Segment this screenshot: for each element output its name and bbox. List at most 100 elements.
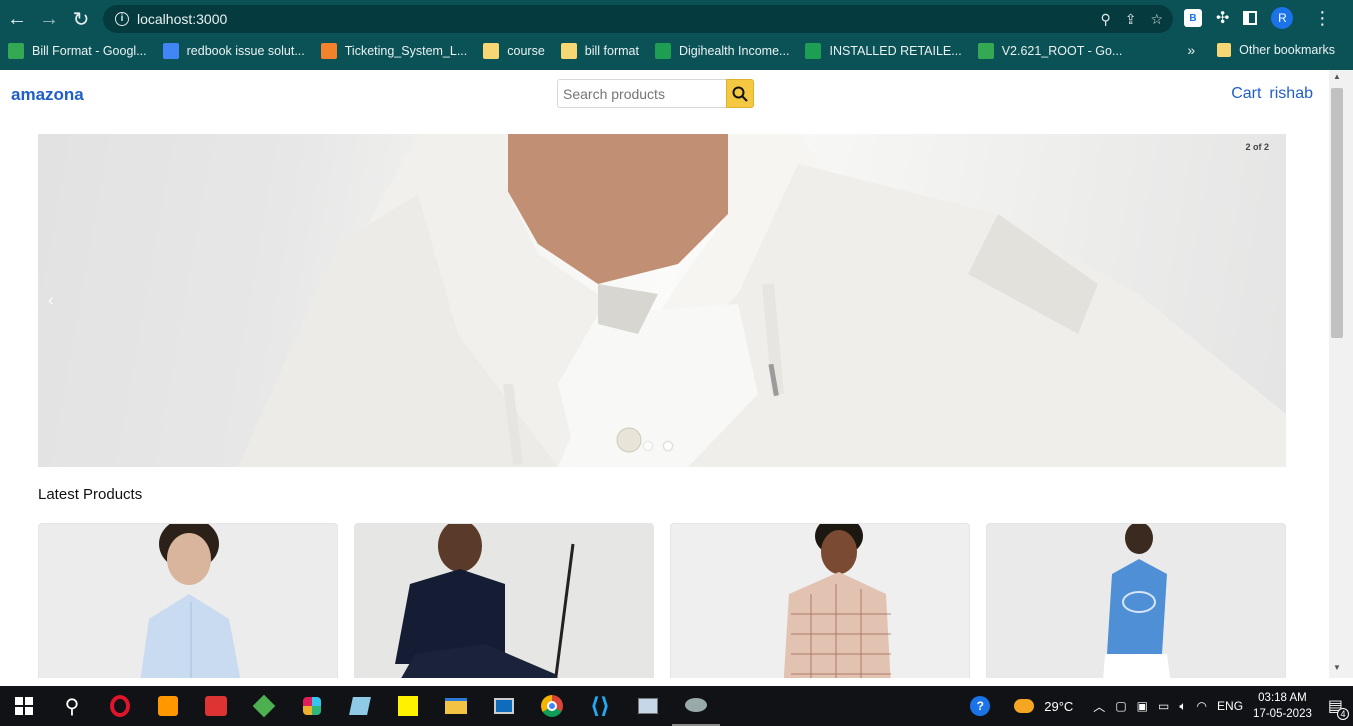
bookmark-item[interactable]: Ticketing_System_L...: [320, 43, 468, 59]
product-image: [355, 524, 653, 678]
folder-icon: [1217, 43, 1232, 57]
clock[interactable]: 03:18 AM 17-05-2023: [1253, 690, 1312, 722]
app-window-icon[interactable]: [480, 686, 528, 726]
bookmark-item[interactable]: V2.621_ROOT - Go...: [977, 43, 1123, 59]
carousel-dot[interactable]: [664, 442, 672, 450]
meet-now-icon[interactable]: ▢: [1115, 699, 1126, 713]
app-header: amazona Cart rishab: [0, 70, 1329, 118]
wifi-icon[interactable]: ◠: [1197, 699, 1207, 713]
profile-avatar[interactable]: R: [1271, 7, 1294, 29]
notifications-icon[interactable]: ▤ 4: [1328, 696, 1349, 720]
bookmark-label: Bill Format - Googl...: [32, 44, 147, 58]
bookmark-label: Digihealth Income...: [678, 44, 790, 58]
tray-chevron-icon[interactable]: ︿: [1093, 698, 1105, 715]
reload-icon[interactable]: ↻: [65, 3, 97, 35]
bookmark-item[interactable]: Digihealth Income...: [654, 43, 790, 59]
sheets-icon: [805, 43, 822, 59]
vscode-icon[interactable]: ⟨⟩: [576, 686, 624, 726]
bookmark-item[interactable]: redbook issue solut...: [162, 43, 305, 59]
extensions-puzzle-icon[interactable]: ✣: [1216, 8, 1229, 28]
hero-carousel[interactable]: 2 of 2 ‹: [38, 134, 1286, 467]
other-bookmarks-link[interactable]: Other bookmarks: [1239, 43, 1335, 57]
product-grid: [38, 523, 1286, 678]
side-panel-icon[interactable]: [1243, 11, 1258, 25]
user-menu-link[interactable]: rishab: [1269, 85, 1313, 103]
search-button[interactable]: [726, 79, 754, 108]
remote-app-icon[interactable]: [672, 686, 720, 726]
bookmark-label: INSTALLED RETAILE...: [829, 44, 962, 58]
product-image: [39, 524, 337, 678]
cart-link[interactable]: Cart: [1231, 85, 1261, 103]
search-icon: [732, 86, 748, 102]
sheets-icon: [654, 43, 671, 59]
product-card[interactable]: [986, 523, 1286, 678]
google-drive-icon: [8, 43, 24, 59]
bookmark-item[interactable]: INSTALLED RETAILE...: [805, 43, 962, 59]
url-text: localhost:3000: [137, 11, 228, 27]
zoom-search-icon[interactable]: ⚲: [1100, 11, 1110, 28]
weather-temp[interactable]: 29°C: [1044, 699, 1073, 714]
file-explorer-icon[interactable]: [432, 686, 480, 726]
menu-kebab-icon[interactable]: ⋮: [1313, 8, 1331, 29]
bookmark-item[interactable]: bill format: [560, 43, 639, 59]
product-image: [987, 524, 1285, 678]
share-icon[interactable]: ⇪: [1125, 11, 1137, 28]
system-tray: ? 29°C ︿ ▢ ▣ ▭ 🔈︎ ◠ ENG 03:18 AM 17-05-2…: [970, 686, 1353, 726]
bookmark-label: redbook issue solut...: [186, 44, 305, 58]
notification-count: 4: [1337, 708, 1349, 720]
git-icon[interactable]: [240, 686, 288, 726]
product-card[interactable]: [354, 523, 654, 678]
forward-icon[interactable]: →: [33, 3, 65, 35]
main-content: 2 of 2 ‹ Latest Products: [0, 118, 1329, 678]
carousel-prev-icon[interactable]: ‹: [48, 292, 53, 310]
photos-icon[interactable]: [624, 686, 672, 726]
sublime-text-icon[interactable]: [144, 686, 192, 726]
back-icon[interactable]: ←: [1, 3, 33, 35]
bookmark-label: course: [507, 44, 545, 58]
taskbar-search-icon[interactable]: ⚲: [48, 686, 96, 726]
windows-taskbar: ⚲ ⟨⟩ ? 29°C ︿ ▢ ▣ ▭ 🔈︎ ◠ ENG 03:18 AM 17…: [0, 686, 1353, 726]
weather-icon[interactable]: [1014, 699, 1035, 713]
folder-icon: [560, 43, 577, 59]
notepad-icon[interactable]: [336, 686, 384, 726]
bookmark-label: V2.621_ROOT - Go...: [1001, 44, 1123, 58]
volume-icon[interactable]: 🔈︎: [1179, 699, 1186, 714]
browser-toolbar: ← → ↻ i localhost:3000 ⚲ ⇪ ☆ B ✣ R ⋮: [0, 0, 1353, 38]
carousel-slide-image: [238, 134, 1286, 467]
more-bookmarks-icon[interactable]: »: [1187, 42, 1195, 58]
bookmark-item[interactable]: course: [483, 43, 545, 59]
product-card[interactable]: [38, 523, 338, 678]
scroll-down-icon[interactable]: ▼: [1331, 663, 1343, 675]
bookmark-label: Ticketing_System_L...: [344, 44, 468, 58]
display-icon[interactable]: ▣: [1137, 699, 1148, 713]
scroll-up-icon[interactable]: ▲: [1331, 72, 1343, 84]
google-docs-icon: [162, 43, 179, 59]
language-indicator[interactable]: ENG: [1217, 699, 1243, 713]
browser-chrome: ← → ↻ i localhost:3000 ⚲ ⇪ ☆ B ✣ R ⋮ Bil…: [0, 0, 1353, 70]
help-icon[interactable]: ?: [970, 696, 991, 716]
bookmark-star-icon[interactable]: ☆: [1150, 11, 1163, 28]
google-drive-icon: [977, 43, 994, 59]
bookmarks-bar: Bill Format - Googl... redbook issue solu…: [0, 38, 1353, 64]
carousel-dots: [644, 442, 672, 450]
site-info-icon[interactable]: i: [115, 12, 129, 26]
bookmark-item[interactable]: Bill Format - Googl...: [8, 43, 147, 59]
windows-start-icon[interactable]: [0, 686, 48, 726]
latest-products-heading: Latest Products: [38, 486, 143, 503]
bookmark-label: bill format: [584, 44, 639, 58]
chrome-icon[interactable]: [528, 686, 576, 726]
brand-logo[interactable]: amazona: [11, 85, 84, 105]
address-bar[interactable]: i localhost:3000 ⚲ ⇪ ☆: [103, 5, 1173, 33]
sticky-notes-icon[interactable]: [384, 686, 432, 726]
opera-icon[interactable]: [96, 686, 144, 726]
carousel-dot[interactable]: [644, 442, 652, 450]
vivaldi-icon[interactable]: [192, 686, 240, 726]
search-form: [557, 79, 754, 108]
scrollbar-thumb[interactable]: [1331, 88, 1343, 338]
battery-icon[interactable]: ▭: [1158, 699, 1169, 713]
slack-icon[interactable]: [288, 686, 336, 726]
product-card[interactable]: [670, 523, 970, 678]
search-input[interactable]: [557, 79, 726, 108]
carousel-counter: 2 of 2: [1245, 142, 1269, 152]
extension-b-icon[interactable]: B: [1184, 9, 1202, 27]
